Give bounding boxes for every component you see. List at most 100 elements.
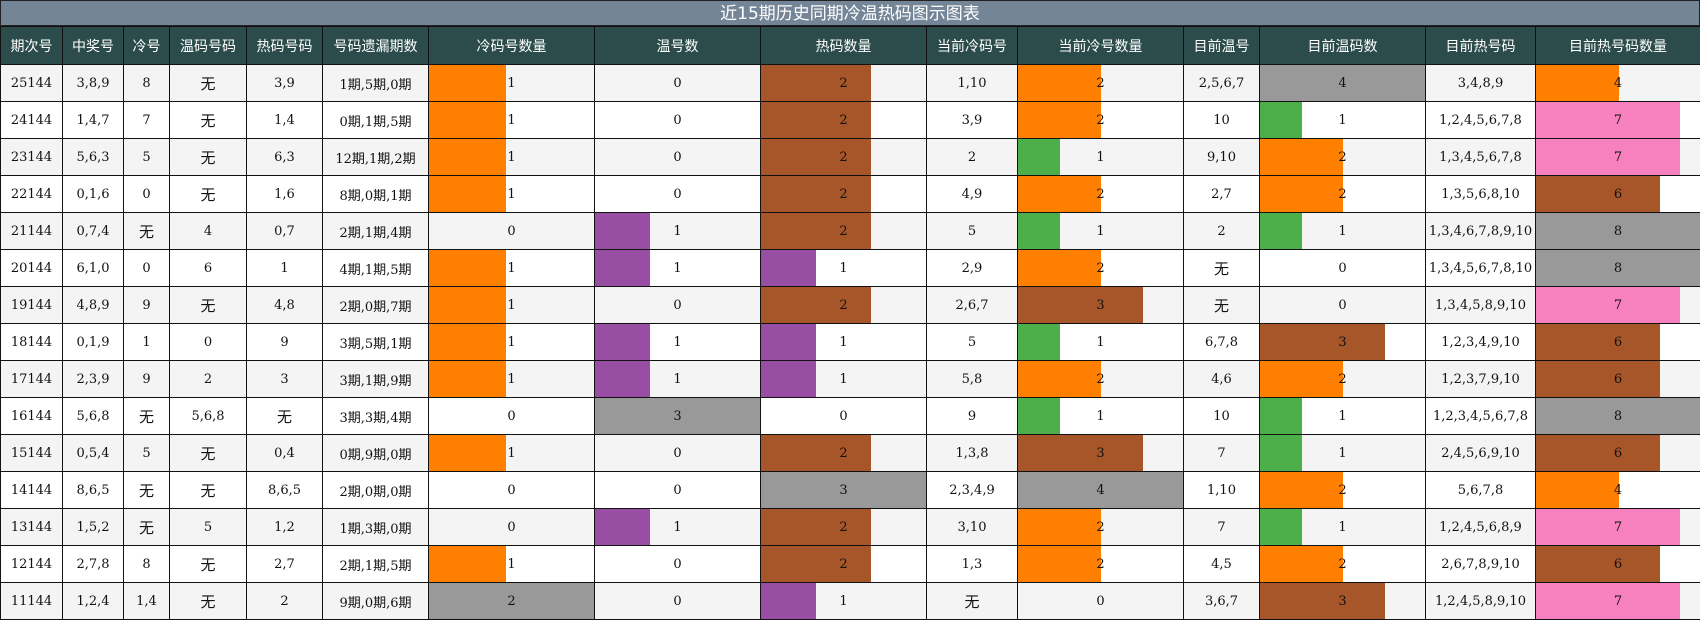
- table-row[interactable]: 17144 2,3,9 9 2 3 3期,1期,9期 1 1 1 5,8 2 4,6 2 1,2,3,7,…: [0, 360, 1700, 398]
- table-cell: 0,7: [246, 212, 323, 250]
- cell-text: 1,4: [274, 112, 295, 128]
- chart-page: 近15期历史同期冷温热码图示图表 期次号 中奖号 冷号 温码号码 热码号码 号码…: [0, 0, 1700, 620]
- table-cell: 7: [1183, 508, 1260, 546]
- header-cell[interactable]: 当前冷号数量: [1017, 26, 1184, 65]
- table-cell: 8: [1535, 212, 1700, 250]
- table-cell: 7: [1535, 286, 1700, 324]
- table-cell: 1: [1259, 397, 1426, 435]
- table-cell: 17144: [0, 360, 63, 398]
- table-cell: 1,2,4,5,8,9,10: [1425, 582, 1536, 620]
- header-cell[interactable]: 温码号码: [169, 26, 247, 65]
- table-cell: 1,2,3,7,9,10: [1425, 360, 1536, 398]
- count-bar: [761, 139, 871, 175]
- header-cell[interactable]: 热码数量: [760, 26, 927, 65]
- count-value: 0: [673, 297, 682, 313]
- count-value: 4: [1613, 75, 1623, 91]
- count-bar: [1536, 102, 1680, 138]
- table-row[interactable]: 24144 1,4,7 7 无 1,4 0期,1期,5期 1 0 2 3,9 2 10 1 1,2,4,5…: [0, 101, 1700, 139]
- header-cell[interactable]: 号码遗漏期数: [322, 26, 429, 65]
- table-cell: 16144: [0, 397, 63, 435]
- header-cell[interactable]: 热码号码: [246, 26, 323, 65]
- table-row[interactable]: 12144 2,7,8 8 无 2,7 2期,1期,5期 1 0 2 1,3 2 4,5 2 2,6,7,…: [0, 545, 1700, 583]
- header-cell[interactable]: 目前温码数: [1259, 26, 1426, 65]
- table-cell: 2: [760, 212, 927, 250]
- count-value: 1: [1338, 445, 1347, 461]
- header-cell[interactable]: 冷码号数量: [428, 26, 595, 65]
- table-row[interactable]: 11144 1,2,4 1,4 无 2 9期,0期,6期 2 0 1 无 0 3,6,7 3 1,2,4,…: [0, 582, 1700, 620]
- cell-text: 1,6: [274, 186, 295, 202]
- table-cell: 9: [926, 397, 1018, 435]
- table-row[interactable]: 20144 6,1,0 0 6 1 4期,1期,5期 1 1 1 2,9 2 无 0 1,3,4,5,6,…: [0, 249, 1700, 287]
- count-value: 4: [1613, 482, 1623, 498]
- count-value: 2: [507, 593, 516, 609]
- table-cell: 1,5,2: [62, 508, 124, 546]
- header-cell[interactable]: 温号数: [594, 26, 761, 65]
- table-row[interactable]: 14144 8,6,5 无 无 8,6,5 2期,0期,0期 0 0 3 2,3,4,9 4 1,10…: [0, 471, 1700, 509]
- header-cell[interactable]: 冷号: [123, 26, 170, 65]
- table-cell: 3期,5期,1期: [322, 323, 429, 361]
- count-value: 2: [839, 519, 848, 535]
- header-cell[interactable]: 期次号: [0, 26, 63, 65]
- table-cell: 6: [1535, 360, 1700, 398]
- table-cell: 1: [594, 249, 761, 287]
- count-bar: [429, 287, 506, 323]
- table-cell: 2,7: [1183, 175, 1260, 213]
- table-cell: 3期,3期,4期: [322, 397, 429, 435]
- table-cell: 2,9: [926, 249, 1018, 287]
- table-cell: 1: [1259, 212, 1426, 250]
- count-value: 2: [1338, 186, 1347, 202]
- table-cell: 3: [1017, 286, 1184, 324]
- count-value: 2: [839, 186, 848, 202]
- table-cell: 2,4,5,6,9,10: [1425, 434, 1536, 472]
- header-cell[interactable]: 中奖号: [62, 26, 124, 65]
- table-row[interactable]: 18144 0,1,9 1 0 9 3期,5期,1期 1 1 1 5 1 6,7,8 3 1,2,3,4,…: [0, 323, 1700, 361]
- cell-text: 1,3,4,5,6,7,8,10: [1428, 260, 1533, 276]
- count-value: 1: [507, 371, 516, 387]
- cell-text: 21144: [10, 223, 53, 239]
- table-row[interactable]: 22144 0,1,6 0 无 1,6 8期,0期,1期 1 0 2 4,9 2 2,7 2 1,3,5,…: [0, 175, 1700, 213]
- table-row[interactable]: 25144 3,8,9 8 无 3,9 1期,5期,0期 1 0 2 1,10 2 2,5,6,7 4 3…: [0, 64, 1700, 102]
- table-row[interactable]: 15144 0,5,4 5 无 0,4 0期,9期,0期 1 0 2 1,3,8 3 7 1 2,4,5,…: [0, 434, 1700, 472]
- table-cell: 24144: [0, 101, 63, 139]
- cell-text: 17144: [10, 371, 53, 387]
- table-row[interactable]: 16144 5,6,8 无 5,6,8 无 3期,3期,4期 0 3 0 9 1 10 1 1,2,3,4…: [0, 397, 1700, 435]
- cell-text: 1,2,4,5,6,8,9: [1439, 519, 1522, 535]
- header-cell[interactable]: 当前冷码号: [926, 26, 1018, 65]
- header-cell[interactable]: 目前热号码: [1425, 26, 1536, 65]
- table-cell: 2,7: [246, 545, 323, 583]
- table-cell: 2期,0期,7期: [322, 286, 429, 324]
- table-cell: 6,3: [246, 138, 323, 176]
- cell-text: 2期,0期,0期: [339, 484, 412, 500]
- cell-text: 无: [276, 407, 292, 426]
- cell-text: 4,8: [274, 297, 295, 313]
- table-cell: 11144: [0, 582, 63, 620]
- cell-text: 7: [142, 112, 151, 128]
- table-cell: 0: [594, 101, 761, 139]
- table-cell: 8,6,5: [246, 471, 323, 509]
- count-bar: [1260, 361, 1343, 397]
- header-cell[interactable]: 目前热号码数量: [1535, 26, 1700, 65]
- table-row[interactable]: 19144 4,8,9 9 无 4,8 2期,0期,7期 1 0 2 2,6,7 3 无 0 1,3,4,…: [0, 286, 1700, 324]
- table-cell: 无: [123, 397, 170, 435]
- table-cell: 1: [123, 323, 170, 361]
- table-cell: 3: [1259, 582, 1426, 620]
- header-cell[interactable]: 目前温号: [1183, 26, 1260, 65]
- count-value: 7: [1613, 149, 1623, 165]
- count-value: 2: [1096, 556, 1105, 572]
- table-cell: 1,2,3,4,5,6,7,8: [1425, 397, 1536, 435]
- cell-text: 9: [967, 408, 977, 424]
- table-cell: 6,1,0: [62, 249, 124, 287]
- table-row[interactable]: 23144 5,6,3 5 无 6,3 12期,1期,2期 1 0 2 2 1 9,10 2 1,3,4,…: [0, 138, 1700, 176]
- count-value: 7: [1613, 112, 1623, 128]
- table-row[interactable]: 21144 0,7,4 无 4 0,7 2期,1期,4期 0 1 2 5 1 2 1 1,3,4,6,7,…: [0, 212, 1700, 250]
- cell-text: 1,3: [961, 556, 983, 572]
- cell-text: 无: [200, 111, 216, 130]
- table-cell: 2: [760, 508, 927, 546]
- cell-text: 22144: [10, 186, 53, 202]
- table-cell: 1,3: [926, 545, 1018, 583]
- table-cell: 2,5,6,7: [1183, 64, 1260, 102]
- table-cell: 1: [760, 582, 927, 620]
- count-bar: [1260, 583, 1385, 619]
- table-cell: 2: [926, 138, 1018, 176]
- table-row[interactable]: 13144 1,5,2 无 5 1,2 1期,3期,0期 0 1 2 3,10 2 7 1 1,2,4,5…: [0, 508, 1700, 546]
